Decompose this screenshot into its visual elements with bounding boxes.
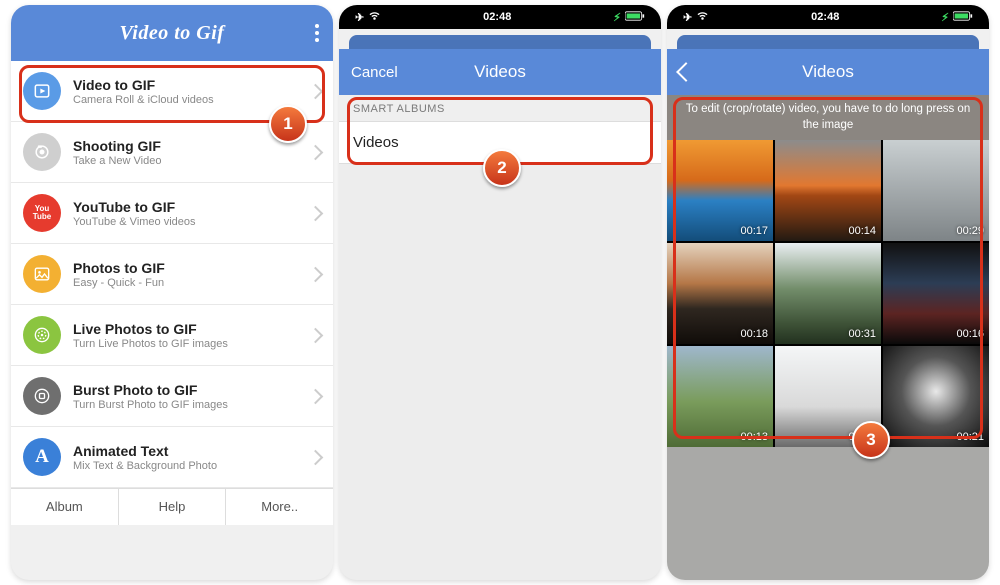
menu-subtitle: Camera Roll & iCloud videos xyxy=(73,94,310,106)
screen2-header: Cancel Videos xyxy=(339,49,661,95)
menu-subtitle: Turn Burst Photo to GIF images xyxy=(73,399,310,411)
menu-item-2[interactable]: YouTube YouTube to GIFYouTube & Vimeo vid… xyxy=(11,183,333,244)
video-thumb-5[interactable]: 00:16 xyxy=(883,243,989,344)
menu-icon xyxy=(23,72,61,110)
menu-icon xyxy=(23,255,61,293)
wifi-icon xyxy=(696,11,709,24)
video-duration: 00:18 xyxy=(740,328,768,340)
airplane-icon: ✈︎ xyxy=(683,11,692,24)
menu-title: Photos to GIF xyxy=(73,260,310,276)
chevron-right-icon xyxy=(308,144,324,160)
cancel-button[interactable]: Cancel xyxy=(351,64,401,81)
video-duration: 00:31 xyxy=(848,328,876,340)
airplane-icon: ✈︎ xyxy=(355,11,364,24)
marker-1: 1 xyxy=(269,105,307,143)
video-thumb-1[interactable]: 00:14 xyxy=(775,140,881,241)
app-title: Video to Gif xyxy=(23,22,321,45)
video-grid: 00:1700:1400:2900:1800:3100:1600:1300:17… xyxy=(667,140,989,447)
status-time: 02:48 xyxy=(811,11,839,23)
chevron-left-icon xyxy=(676,62,696,82)
menu-icon: YouTube xyxy=(23,194,61,232)
menu-icon xyxy=(23,377,61,415)
screen-2: ✈︎ 02:48 ⚡︎ Cancel Videos SMART ALBUMS V… xyxy=(339,5,661,580)
menu-subtitle: Mix Text & Background Photo xyxy=(73,460,310,472)
menu-title: Burst Photo to GIF xyxy=(73,382,310,398)
menu-text: Burst Photo to GIFTurn Burst Photo to GI… xyxy=(73,382,310,411)
app-header: Video to Gif xyxy=(11,5,333,61)
menu-item-4[interactable]: Live Photos to GIFTurn Live Photos to GI… xyxy=(11,305,333,366)
hint-banner: To edit (crop/rotate) video, you have to… xyxy=(667,95,989,140)
tab-help[interactable]: Help xyxy=(119,489,227,525)
battery-icon xyxy=(625,11,645,24)
video-duration: 00:14 xyxy=(848,225,876,237)
menu-item-3[interactable]: Photos to GIFEasy - Quick - Fun xyxy=(11,244,333,305)
status-bar: ✈︎ 02:48 ⚡︎ xyxy=(667,5,989,29)
screen3-title: Videos xyxy=(729,62,927,82)
video-duration: 00:17 xyxy=(740,225,768,237)
charging-icon: ⚡︎ xyxy=(941,11,949,24)
screen-3: ✈︎ 02:48 ⚡︎ Videos To edit (crop/rotate)… xyxy=(667,5,989,580)
menu-subtitle: YouTube & Vimeo videos xyxy=(73,216,310,228)
chevron-right-icon xyxy=(308,449,324,465)
menu-title: Animated Text xyxy=(73,443,310,459)
menu-title: Video to GIF xyxy=(73,77,310,93)
video-thumb-0[interactable]: 00:17 xyxy=(667,140,773,241)
menu-text: YouTube to GIFYouTube & Vimeo videos xyxy=(73,199,310,228)
tab-more[interactable]: More.. xyxy=(226,489,333,525)
video-thumb-2[interactable]: 00:29 xyxy=(883,140,989,241)
chevron-right-icon xyxy=(308,327,324,343)
menu-item-5[interactable]: Burst Photo to GIFTurn Burst Photo to GI… xyxy=(11,366,333,427)
video-thumb-3[interactable]: 00:18 xyxy=(667,243,773,344)
screen2-title: Videos xyxy=(401,62,599,82)
menu-text: Animated TextMix Text & Background Photo xyxy=(73,443,310,472)
chevron-right-icon xyxy=(308,388,324,404)
marker-2: 2 xyxy=(483,149,521,187)
video-duration: 00:21 xyxy=(956,431,984,443)
menu-text: Live Photos to GIFTurn Live Photos to GI… xyxy=(73,321,310,350)
bottom-tabs: Album Help More.. xyxy=(11,488,333,525)
menu-text: Video to GIFCamera Roll & iCloud videos xyxy=(73,77,310,106)
back-button[interactable] xyxy=(679,65,729,79)
menu-title: Live Photos to GIF xyxy=(73,321,310,337)
menu-subtitle: Easy - Quick - Fun xyxy=(73,277,310,289)
video-duration: 00:16 xyxy=(956,328,984,340)
menu-icon: A xyxy=(23,438,61,476)
menu-text: Shooting GIFTake a New Video xyxy=(73,138,310,167)
screen3-empty xyxy=(667,447,989,580)
chevron-right-icon xyxy=(308,205,324,221)
video-thumb-6[interactable]: 00:13 xyxy=(667,346,773,447)
video-thumb-4[interactable]: 00:31 xyxy=(775,243,881,344)
menu-subtitle: Take a New Video xyxy=(73,155,310,167)
tab-album[interactable]: Album xyxy=(11,489,119,525)
kebab-icon[interactable] xyxy=(315,24,319,42)
marker-3: 3 xyxy=(852,421,890,459)
charging-icon: ⚡︎ xyxy=(613,11,621,24)
menu-text: Photos to GIFEasy - Quick - Fun xyxy=(73,260,310,289)
battery-icon xyxy=(953,11,973,24)
video-duration: 00:29 xyxy=(956,225,984,237)
menu-icon xyxy=(23,316,61,354)
menu-icon xyxy=(23,133,61,171)
chevron-right-icon xyxy=(308,83,324,99)
menu-title: YouTube to GIF xyxy=(73,199,310,215)
menu-subtitle: Turn Live Photos to GIF images xyxy=(73,338,310,350)
screen3-header: Videos xyxy=(667,49,989,95)
wifi-icon xyxy=(368,11,381,24)
video-thumb-8[interactable]: 00:21 xyxy=(883,346,989,447)
menu-item-6[interactable]: A Animated TextMix Text & Background Phot… xyxy=(11,427,333,488)
menu-title: Shooting GIF xyxy=(73,138,310,154)
chevron-right-icon xyxy=(308,266,324,282)
screen-1: Video to Gif Video to GIFCamera Roll & i… xyxy=(11,5,333,580)
status-bar: ✈︎ 02:48 ⚡︎ xyxy=(339,5,661,29)
smart-albums-header: SMART ALBUMS xyxy=(339,95,661,122)
video-duration: 00:13 xyxy=(740,431,768,443)
status-time: 02:48 xyxy=(483,11,511,23)
